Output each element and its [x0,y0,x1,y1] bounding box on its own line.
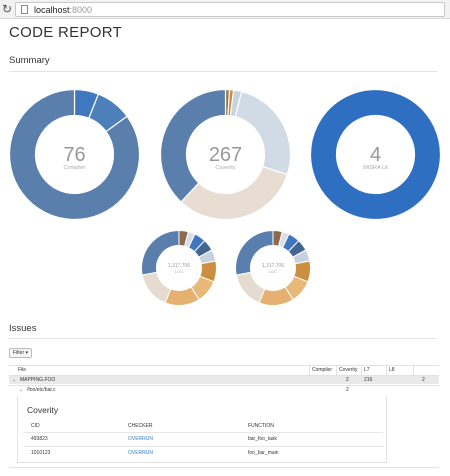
detail-header-function: FUNCTION [248,423,274,429]
donut-label-loc-left: 1,317,706 LOC [141,263,217,274]
donut-caption-coverity: Coverity [215,165,236,171]
browser-toolbar: ↻ localhost:8000 [0,0,450,19]
donut-value-coverity: 267 [208,144,243,166]
detail-checker-link[interactable]: OVERRUN [128,450,153,456]
donut-segment [180,165,289,220]
detail-header-checker: CHECKER [128,423,153,429]
donut-value-misra: 4 [369,144,382,166]
table-row-file[interactable]: ⌄ /foo/etc/bar.c 2 [9,385,439,394]
donut-caption-compiler: Compiler [63,165,86,171]
donut-label-misra: 4 MISRA Lit [310,145,441,171]
group-l7-count: 216 [364,377,373,383]
column-header-compiler[interactable]: Compiler [312,367,332,374]
detail-row[interactable]: 493823 OVERRUN bar_foo_task [23,432,383,446]
detail-row[interactable]: 1010123 OVERRUN foo_bar_main [23,446,383,460]
detail-title: Coverity [27,405,59,415]
column-header-l7[interactable]: L7 [364,367,370,374]
url-text: localhost:8000 [34,4,92,16]
expand-caret-icon[interactable]: ⌄ [19,387,23,394]
file-path: /foo/etc/bar.c [27,387,56,393]
donut-segment [235,271,266,304]
page-icon [21,5,28,14]
donut-caption-loc-right: LOC [268,269,278,274]
table-row-group[interactable]: ⌄ MAPPING.FOO 2 216 2 [9,375,439,384]
donut-label-coverity: 267 Coverity [160,145,291,171]
table-row-partial[interactable] [9,467,439,476]
url-port: :8000 [69,5,93,15]
group-name: MAPPING.FOO [20,377,56,383]
column-header-coverity[interactable]: Coverity [339,367,357,374]
detail-cid: 1010123 [31,450,51,456]
donut-label-compiler: 76 Compiler [9,145,140,171]
group-extra-count: 2 [422,377,425,383]
coverity-detail-panel: Coverity CID CHECKER FUNCTION 493823 OVE… [17,396,387,463]
url-host: localhost [34,5,70,15]
detail-checker-link[interactable]: OVERRUN [128,436,153,442]
table-header-row: File Compiler Coverity L7 L8 [9,365,439,375]
detail-cid: 493823 [31,436,48,442]
issues-divider [9,338,437,339]
filter-button[interactable]: Filter ▾ [9,348,33,358]
column-header-l8[interactable]: L8 [389,367,395,374]
detail-function: foo_bar_main [248,450,279,456]
column-header-file[interactable]: File [18,367,26,374]
detail-header-cid: CID [31,423,40,429]
summary-divider [9,71,437,72]
reload-icon[interactable]: ↻ [2,3,14,15]
donut-label-loc-right: 1,317,706 LOC [235,263,311,274]
page-title: CODE REPORT [9,24,123,41]
issues-heading: Issues [9,323,37,334]
collapse-caret-icon[interactable]: ⌄ [12,377,16,384]
donut-segment [141,271,172,304]
group-coverity-count: 2 [346,377,349,383]
summary-heading: Summary [9,55,50,66]
donut-caption-loc-left: LOC [174,269,184,274]
detail-function: bar_foo_task [248,436,277,442]
donut-caption-misra: MISRA Lit [363,165,388,171]
donut-value-compiler: 76 [63,144,86,166]
file-coverity-count: 2 [346,387,349,393]
address-bar[interactable]: localhost:8000 [15,2,445,17]
